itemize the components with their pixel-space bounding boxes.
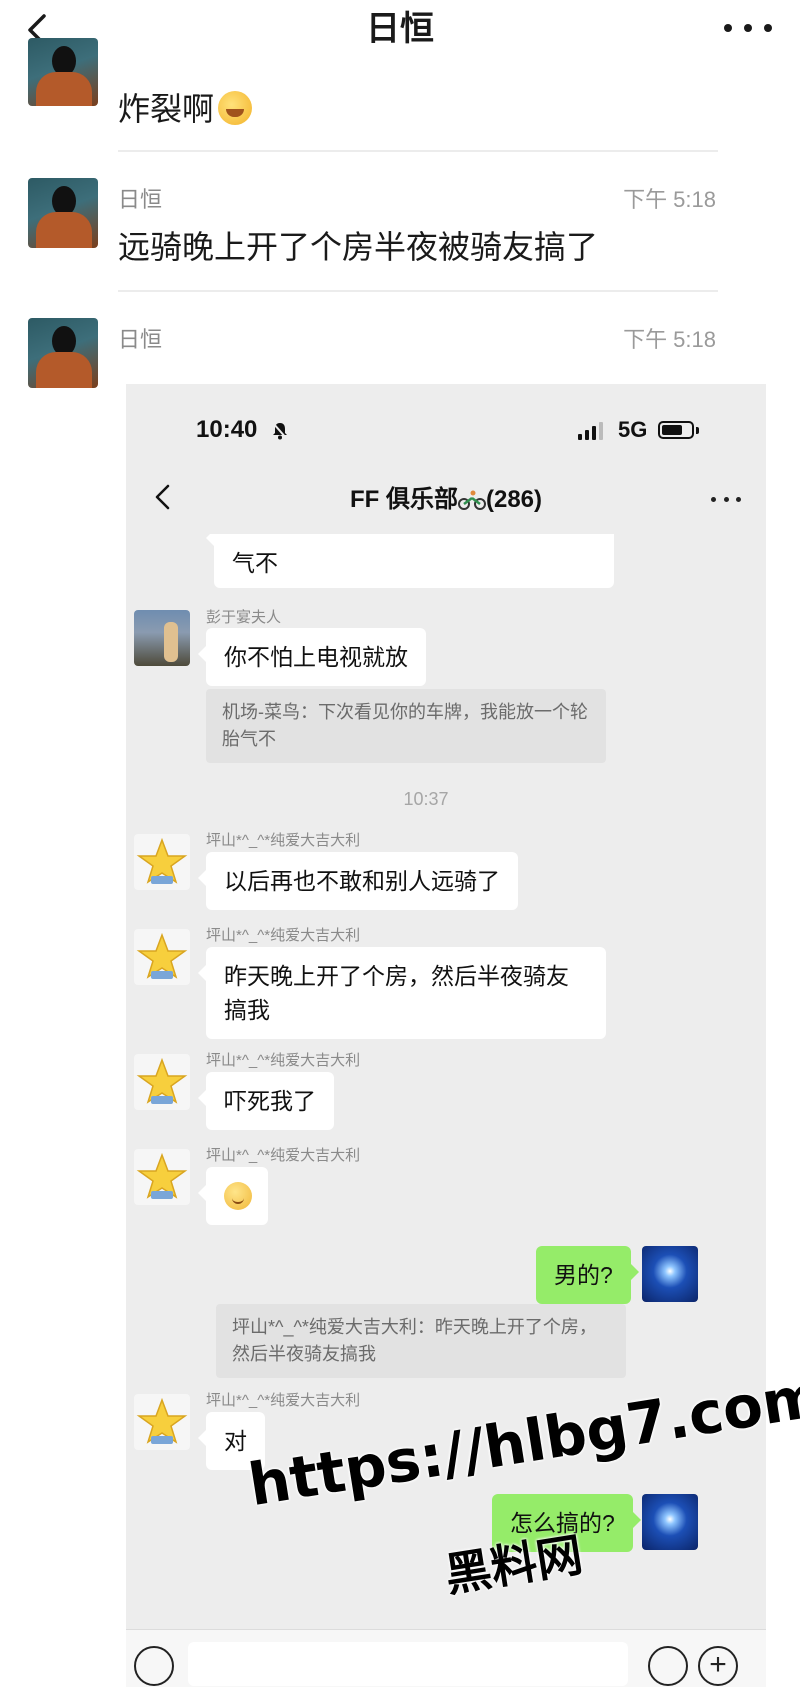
message-time: 下午 5:18 xyxy=(623,327,716,352)
message-text: 以后再也不敢和别人远骑了 xyxy=(224,868,500,894)
battery-tip xyxy=(696,427,699,434)
group-more-icon[interactable] xyxy=(711,497,741,503)
sender-name: 坪山*^_^*纯爱大吉大利 xyxy=(206,1147,361,1164)
sender-name: 坪山*^_^*纯爱大吉大利 xyxy=(206,927,361,944)
message-text: 炸裂啊 xyxy=(118,84,253,130)
star-avatar-icon xyxy=(136,1152,188,1199)
shared-screenshot-image[interactable]: 10:40 5G FF 俱乐部 (286) 气不 彭于宴夫人 你不怕上电视就放 … xyxy=(126,384,766,1687)
message-body: 炸裂啊 xyxy=(118,91,215,127)
smile-emoji-icon xyxy=(224,1182,252,1210)
divider xyxy=(118,290,718,292)
avatar-star[interactable] xyxy=(134,929,190,985)
message-input[interactable] xyxy=(188,1642,628,1686)
avatar-star[interactable] xyxy=(134,1054,190,1110)
avatar[interactable] xyxy=(28,318,98,388)
avatar[interactable] xyxy=(28,38,98,106)
avatar-star[interactable] xyxy=(134,834,190,890)
sender-name: 日恒 xyxy=(118,187,163,212)
my-message-bubble[interactable]: 男的? xyxy=(536,1246,639,1304)
plus-icon[interactable]: + xyxy=(698,1646,738,1686)
member-count: (286) xyxy=(485,486,543,513)
message-text: 气不 xyxy=(232,550,278,576)
message-bubble[interactable]: 昨天晚上开了个房，然后半夜骑友搞我 xyxy=(198,947,606,1039)
muted-bell-icon xyxy=(272,422,288,440)
divider xyxy=(118,150,718,152)
network-type: 5G xyxy=(618,417,648,442)
emoji-icon[interactable] xyxy=(648,1646,688,1686)
chat-title: 日恒 xyxy=(366,10,434,48)
quoted-reply[interactable]: 机场-菜鸟：下次看见你的车牌，我能放一个轮胎气不 xyxy=(206,689,606,763)
message-text: 吓死我了 xyxy=(224,1088,316,1114)
message-bubble[interactable]: 气不 xyxy=(206,534,614,588)
star-avatar-icon xyxy=(136,837,188,884)
status-time: 10:40 xyxy=(196,416,258,443)
sender-name: 彭于宴夫人 xyxy=(206,609,282,626)
group-title: FF 俱乐部 (286) xyxy=(126,479,766,514)
sender-name: 坪山*^_^*纯爱大吉大利 xyxy=(206,1392,361,1409)
my-avatar[interactable] xyxy=(642,1494,698,1550)
message-time: 下午 5:18 xyxy=(623,187,716,212)
sender-name: 日恒 xyxy=(118,327,163,352)
cyclist-emoji-icon xyxy=(457,490,486,510)
star-avatar-icon xyxy=(136,1397,188,1444)
message-text: 男的? xyxy=(554,1262,613,1288)
sender-name: 坪山*^_^*纯爱大吉大利 xyxy=(206,1052,361,1069)
message-bubble[interactable]: 吓死我了 xyxy=(198,1072,334,1130)
message-text: 远骑晚上开了个房半夜被骑友搞了 xyxy=(118,229,599,265)
message-bubble[interactable]: 你不怕上电视就放 xyxy=(198,628,426,686)
message-bubble[interactable] xyxy=(198,1167,268,1225)
star-avatar-icon xyxy=(136,1057,188,1104)
avatar[interactable] xyxy=(28,178,98,248)
battery-icon xyxy=(658,421,694,439)
message-text: 你不怕上电视就放 xyxy=(224,644,408,670)
my-avatar[interactable] xyxy=(642,1246,698,1302)
chat-timestamp: 10:37 xyxy=(403,789,449,809)
star-avatar-icon xyxy=(136,932,188,979)
message-bubble[interactable]: 以后再也不敢和别人远骑了 xyxy=(198,852,518,910)
avatar-star[interactable] xyxy=(134,1394,190,1450)
sender-name: 坪山*^_^*纯爱大吉大利 xyxy=(206,832,361,849)
group-name: FF 俱乐部 xyxy=(349,486,458,513)
message-text: 对 xyxy=(224,1428,247,1454)
laughing-tears-emoji-icon xyxy=(218,91,253,125)
quoted-reply[interactable]: 坪山*^_^*纯爱大吉大利：昨天晚上开了个房，然后半夜骑友搞我 xyxy=(216,1304,626,1378)
voice-input-icon[interactable] xyxy=(134,1646,174,1686)
more-options-icon[interactable] xyxy=(724,24,772,36)
message-text: 昨天晚上开了个房，然后半夜骑友搞我 xyxy=(224,963,569,1023)
avatar-star[interactable] xyxy=(134,1149,190,1205)
avatar[interactable] xyxy=(134,610,190,666)
signal-strength-icon xyxy=(578,422,606,440)
